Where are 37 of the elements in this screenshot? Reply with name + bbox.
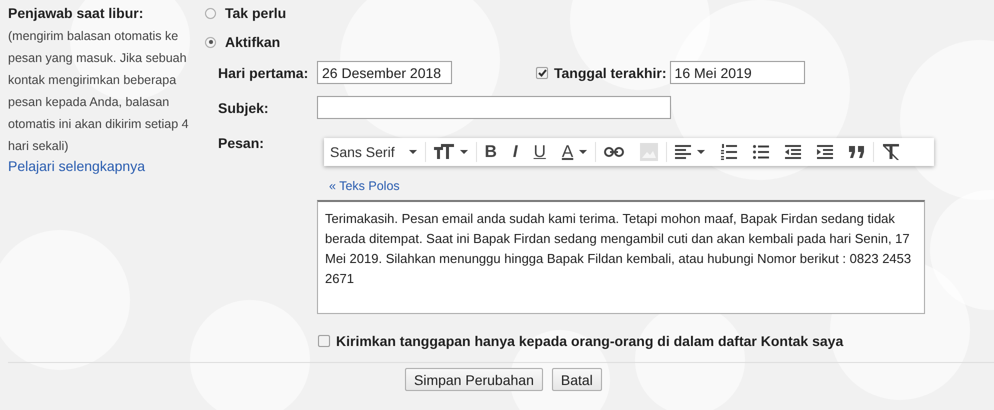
caret-icon — [408, 150, 417, 154]
caret-icon — [460, 150, 468, 154]
section-title: Penjawab saat libur: — [8, 4, 144, 23]
clear-formatting-icon — [882, 144, 900, 160]
save-button[interactable]: Simpan Perubahan — [405, 368, 543, 391]
caret-icon — [697, 150, 706, 154]
checkbox-label[interactable]: Tanggal terakhir: — [554, 64, 667, 80]
learn-more-link[interactable]: Pelajari selengkapnya — [8, 157, 145, 175]
align-left-icon — [675, 145, 692, 159]
increase-indent-icon — [817, 145, 834, 159]
decrease-indent-icon — [785, 145, 802, 159]
quote-icon — [849, 146, 866, 158]
image-icon — [640, 143, 658, 161]
subject-field[interactable] — [317, 96, 671, 119]
field-label: Hari pertama: — [218, 64, 310, 80]
text-color-button[interactable]: A — [554, 141, 596, 163]
field-label: Pesan: — [218, 135, 265, 151]
link-icon — [604, 147, 624, 157]
italic-button[interactable]: I — [504, 141, 526, 163]
date-field[interactable]: 16 Mei 2019 — [670, 61, 805, 84]
radio-label[interactable]: Tak perlu — [225, 5, 286, 21]
font-dropdown[interactable]: Sans Serif — [326, 141, 425, 163]
text-size-icon — [434, 144, 454, 160]
checkbox-label[interactable]: Kirimkan tanggapan hanya kepada orang-orang di dalam daftar Kontak saya — [336, 333, 844, 349]
section-description: (mengirim balasan otomatis ke pesan yang masuk. Jika sebuah kontak mengirimkan beberapa pesan kepada Anda, balasan otomatis ini akan dikirim setiap 4 hari sekali) — [8, 28, 190, 155]
bulleted-list-icon — [753, 145, 770, 159]
radio-label[interactable]: Aktifkan — [225, 34, 280, 50]
caret-icon — [579, 150, 588, 154]
field-label: Subjek: — [218, 100, 270, 116]
numbered-list-icon — [721, 144, 738, 160]
bold-button[interactable]: B — [476, 141, 505, 163]
underline-button[interactable]: U — [526, 141, 554, 163]
checkbox[interactable] — [318, 335, 330, 347]
checkbox[interactable] — [536, 66, 548, 78]
plain-text-link[interactable]: « Teks Polos — [329, 178, 400, 194]
date-field[interactable]: 26 Desember 2018 — [317, 61, 452, 84]
cancel-button[interactable]: Batal — [552, 368, 602, 391]
